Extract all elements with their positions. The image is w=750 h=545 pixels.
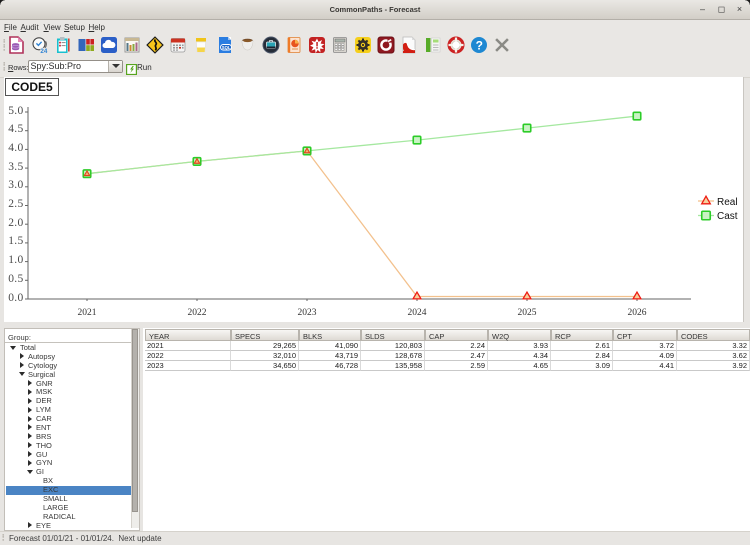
svg-text:24: 24 <box>40 48 47 54</box>
svg-text:?: ? <box>475 38 482 52</box>
svg-text:SQL: SQL <box>221 45 230 50</box>
